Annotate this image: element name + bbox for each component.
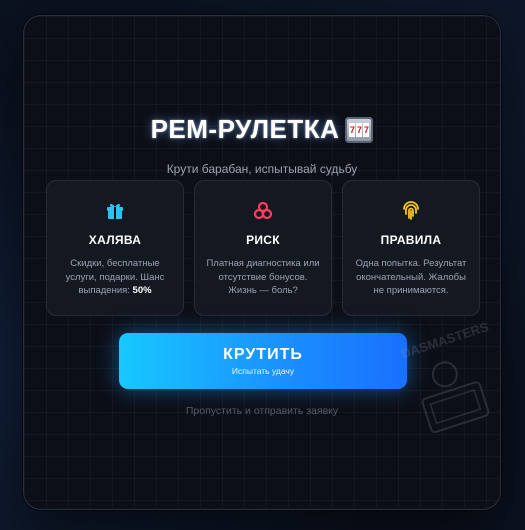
spin-button-sublabel: Испытать удачу [231,366,295,376]
card-title: ПРАВИЛА [380,233,442,247]
card-freebie: ХАЛЯВА Скидки, бесплатные услуги, подарк… [46,180,184,316]
spin-button[interactable]: КРУТИТЬ Испытать удачу [119,333,407,389]
card-rules: ПРАВИЛА Одна попытка. Результат окончате… [342,180,480,316]
card-description: Платная диагностика или отсутствие бонус… [206,258,320,296]
slot-machine-icon: 777 [345,116,374,143]
svg-text:DASMASTERS: DASMASTERS [399,319,491,361]
modal-subtitle: Крути барабан, испытывай судьбу [166,162,358,176]
modal-title: РЕМ-РУЛЕТКА [150,114,340,144]
card-description: Скидки, бесплатные услуги, подарки. Шанс… [65,258,165,296]
spin-button-label: КРУТИТЬ [223,346,303,363]
title-row: РЕМ-РУЛЕТКА 777 [24,114,500,145]
gift-icon [47,199,183,223]
roulette-modal: РЕМ-РУЛЕТКА 777 Крути барабан, испытывай… [23,15,501,510]
chance-value: 50% [132,285,152,296]
card-title: ХАЛЯВА [88,233,142,247]
fingerprint-icon [343,199,479,223]
biohazard-icon [195,199,331,223]
card-risk: РИСК Платная диагностика или отсутствие … [194,180,332,316]
card-description: Одна попытка. Результат окончательный. Ж… [355,258,467,296]
card-title: РИСК [246,233,280,247]
watermark-logo: DASMASTERS [399,319,491,434]
info-cards: ХАЛЯВА Скидки, бесплатные услуги, подарк… [46,180,480,316]
